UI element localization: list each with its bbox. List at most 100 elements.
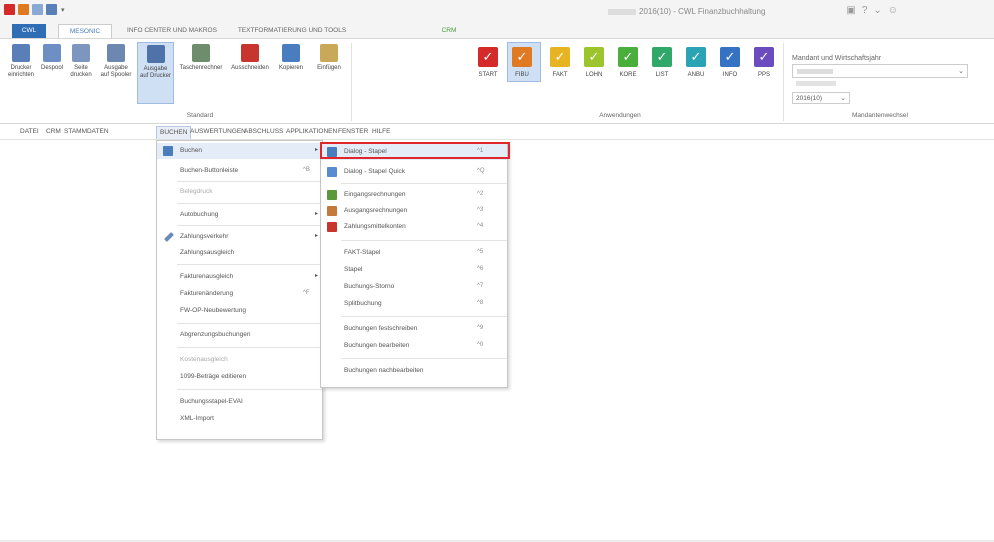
app-lohn-icon[interactable]: ✓ [584,47,604,67]
menu-item-zahlungsausgleich[interactable]: Zahlungsausgleich [157,245,322,261]
menu-item-zahlungsmittelkonten[interactable]: Zahlungsmittelkonten ^4 [321,219,507,235]
menu-item-ausgangsrechnungen[interactable]: Ausgangsrechnungen ^3 [321,203,507,219]
menu-item-fakturenausgleich[interactable]: Fakturenausgleich ▸ [157,269,322,285]
printer-output-button[interactable]: Ausgabe auf Drucker [137,42,174,104]
spooler-icon [107,44,125,62]
paste-icon [320,44,338,62]
year-combobox[interactable]: 2016(10) ⌄ [792,92,850,104]
menu-item-buchungsstapel-evai[interactable]: Buchungsstapel-EVAI [157,394,322,410]
app-kore-label: KORE [619,72,637,78]
menu-separator [177,347,322,348]
quick-access-icon[interactable] [32,4,43,15]
app-fibu-icon[interactable]: ✓ [512,47,532,67]
payment-icon [164,232,174,242]
menu-bar: DATEI CRM STAMMDATEN BUCHEN AUSWERTUNGEN… [0,125,994,140]
cut-button[interactable]: Ausschneiden [228,44,272,72]
menu-item-fw-op-neubewertung[interactable]: FW-OP-Neubewertung [157,303,322,319]
menu-item-buchen-buttonleiste[interactable]: Buchen-Buttonleiste ^B [157,163,322,179]
menu-fenster[interactable]: FENSTER [338,128,368,135]
app-pps-icon[interactable]: ✓ [754,47,774,67]
customize-qat-icon[interactable]: ▾ [61,6,65,14]
menu-datei[interactable]: DATEI [20,128,39,135]
app-fakt-icon[interactable]: ✓ [550,47,570,67]
menu-item-abgrenzungsbuchungen[interactable]: Abgrenzungsbuchungen [157,327,322,343]
window-controls: ▣ ? ⌄ ☺ [846,5,898,16]
app-kore-icon[interactable]: ✓ [618,47,638,67]
menu-item-buchungen-nachbearbeiten[interactable]: Buchungen nachbearbeiten [321,363,507,379]
output-printer-icon [146,45,165,63]
app-logo-icon [4,4,15,15]
redacted-mandant-detail [796,81,836,86]
menu-separator [341,316,507,317]
page-print-button[interactable]: Seite drucken [68,44,94,79]
despool-icon [43,44,61,62]
payment-account-icon [327,222,337,232]
menu-item-buchungen-bearbeiten[interactable]: Buchungen bearbeiten ^0 [321,338,507,354]
tab-crm[interactable]: CRM [438,24,460,38]
buchen-submenu: Dialog - Stapel ^1 Dialog - Stapel Quick… [320,142,508,388]
menu-item-fakt-stapel[interactable]: FAKT-Stapel ^5 [321,245,507,261]
menu-stammdaten[interactable]: STAMMDATEN [64,128,109,135]
menu-item-buchen[interactable]: Buchen ▸ [157,143,322,159]
collapse-ribbon-icon[interactable]: ⌄ [873,5,881,16]
menu-separator [177,225,322,226]
copy-button[interactable]: Kopieren [274,44,308,72]
menu-abschluss[interactable]: ABSCHLUSS [244,128,283,135]
app-fakt-label: FAKT [552,72,568,78]
calculator-icon [192,44,210,62]
spooler-output-button[interactable]: Ausgabe auf Spooler [98,44,134,79]
paste-button[interactable]: Einfügen [312,44,346,72]
menu-item-eingangsrechnungen[interactable]: Eingangsrechnungen ^2 [321,187,507,203]
menu-item-buchungs-storno[interactable]: Buchungs-Storno ^7 [321,279,507,295]
tab-info-center[interactable]: INFO CENTER UND MAKROS [124,24,220,38]
tab-cwl[interactable]: CWL [12,24,46,38]
mandant-combobox[interactable]: ⌄ [792,64,968,78]
menu-item-buchungen-festschreiben[interactable]: Buchungen festschreiben ^9 [321,321,507,337]
app-list-icon[interactable]: ✓ [652,47,672,67]
quick-access-icon[interactable] [18,4,29,15]
app-start-icon[interactable]: ✓ [478,47,498,67]
app-lohn-label: LOHN [585,72,603,78]
menu-item-fakturenaenderung[interactable]: Fakturenänderung ^F [157,286,322,302]
app-info-icon[interactable]: ✓ [720,47,740,67]
quick-access-toolbar: ▾ [4,4,65,15]
chevron-down-icon[interactable]: ⌄ [958,67,964,75]
menu-hilfe[interactable]: HILFE [372,128,390,135]
menu-item-splitbuchung[interactable]: Splitbuchung ^8 [321,296,507,312]
menu-item-stapel[interactable]: Stapel ^6 [321,262,507,278]
menu-separator [341,183,507,184]
cut-icon [241,44,259,62]
menu-item-zahlungsverkehr[interactable]: Zahlungsverkehr ▸ [157,229,322,245]
quick-access-icon[interactable] [46,4,57,15]
group-separator [351,43,352,121]
calculator-button[interactable]: Taschenrechner [176,44,226,72]
window-layout-icon[interactable]: ▣ [846,5,855,16]
menu-item-dialog-stapel-quick[interactable]: Dialog - Stapel Quick ^Q [321,164,507,180]
menu-buchen[interactable]: BUCHEN [156,126,192,139]
menu-crm[interactable]: CRM [46,128,61,135]
menu-item-xml-import[interactable]: XML-Import [157,411,322,427]
chevron-down-icon[interactable]: ⌄ [840,94,846,102]
menu-separator [177,203,322,204]
group-label-anwendungen: Anwendungen [599,112,641,119]
user-icon[interactable]: ☺ [888,5,898,16]
redacted-mandant [797,69,833,74]
menu-applikationen[interactable]: APPLIKATIONEN [286,128,337,135]
printer-setup-button[interactable]: Drucker einrichten [6,44,36,79]
dialog-quick-icon [327,167,337,177]
menu-item-1099-betraege[interactable]: 1099-Beträge editieren [157,369,322,385]
tab-textformatierung[interactable]: TEXTFORMATIERUNG UND TOOLS [234,24,350,38]
menu-separator [177,181,322,182]
help-icon[interactable]: ? [862,5,868,16]
group-label-standard: Standard [186,112,214,119]
app-fibu-label: FIBU [515,72,529,78]
page-print-icon [72,44,90,62]
group-label-mandantenwechsel: Mandantenwechsel [851,112,908,119]
despool-button[interactable]: Despool [38,44,66,72]
app-anbu-icon[interactable]: ✓ [686,47,706,67]
group-separator [783,43,784,121]
tab-mesonic[interactable]: MESONIC [58,24,112,38]
printer-setup-icon [12,44,30,62]
menu-auswertungen[interactable]: AUSWERTUNGEN [190,128,246,135]
menu-item-autobuchung[interactable]: Autobuchung ▸ [157,207,322,223]
